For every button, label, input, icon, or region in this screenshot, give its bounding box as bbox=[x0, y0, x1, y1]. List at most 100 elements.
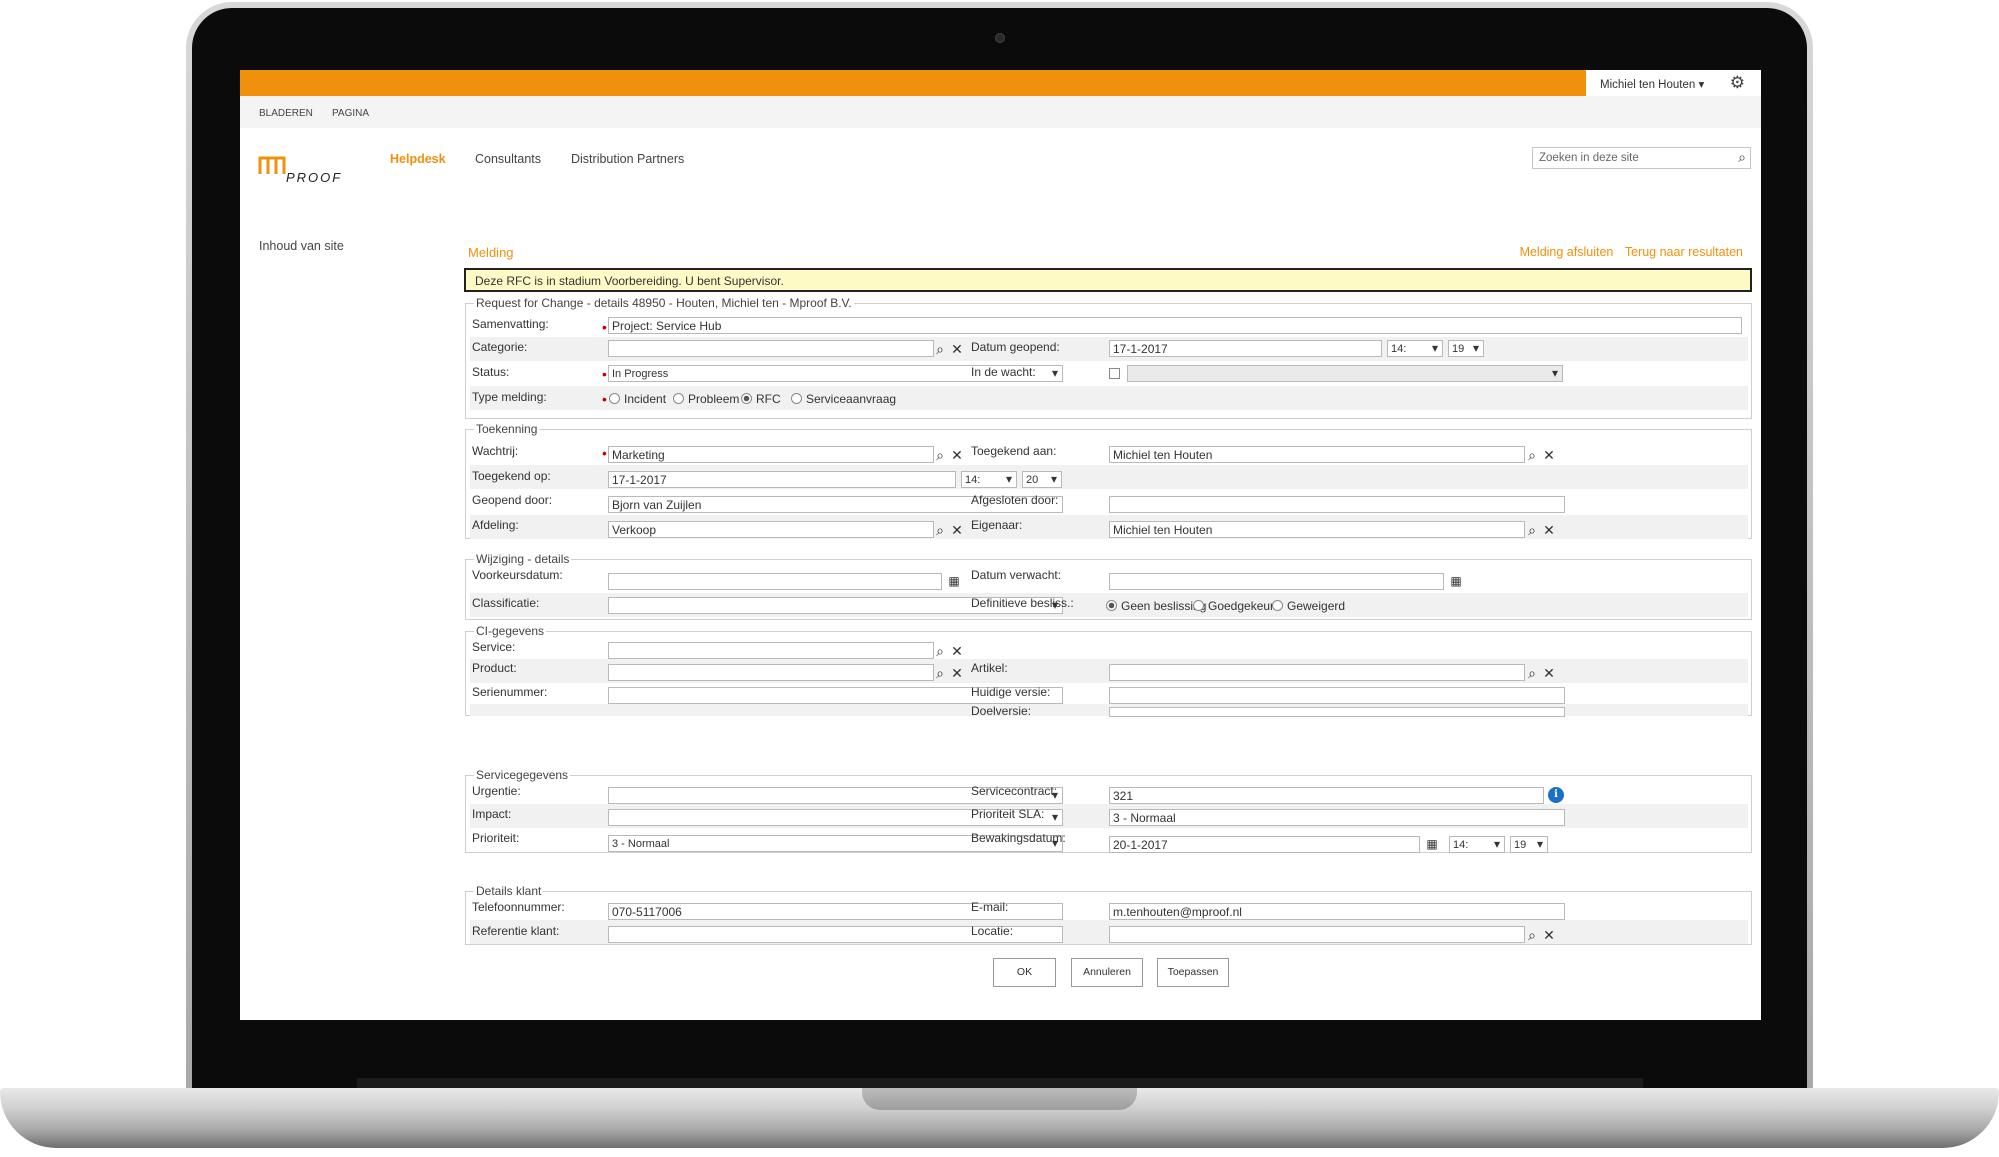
calendar-icon[interactable]: ▦ bbox=[1423, 835, 1441, 853]
info-icon[interactable]: i bbox=[1548, 787, 1564, 803]
search-icon[interactable]: ⌕ bbox=[1738, 149, 1746, 166]
type-rfc-radio[interactable]: RFC bbox=[741, 392, 781, 406]
queue-field[interactable]: Marketing bbox=[608, 446, 934, 463]
assigned-on-field[interactable]: 17-1-2017 bbox=[608, 471, 956, 488]
ok-button[interactable]: OK bbox=[993, 958, 1056, 987]
date-opened-minute[interactable]: 19 bbox=[1448, 340, 1484, 357]
required-marker: • bbox=[602, 445, 607, 461]
nav-consultants[interactable]: Consultants bbox=[475, 152, 541, 166]
on-hold-select[interactable] bbox=[1127, 365, 1563, 382]
section-legend: Toekenning bbox=[474, 422, 540, 436]
service-contract-label: Servicecontract: bbox=[971, 784, 1058, 798]
clear-icon[interactable]: ✕ bbox=[948, 664, 966, 682]
product-field[interactable] bbox=[608, 664, 934, 681]
service-contract-field[interactable]: 321 bbox=[1109, 787, 1544, 804]
decision-approved-radio[interactable]: Goedgekeurd bbox=[1193, 599, 1281, 613]
department-label: Afdeling: bbox=[472, 518, 519, 532]
section-legend: Request for Change - details 48950 - Hou… bbox=[474, 296, 854, 310]
gear-icon[interactable]: ⚙ bbox=[1730, 73, 1745, 93]
assigned-to-field[interactable]: Michiel ten Houten bbox=[1109, 446, 1525, 463]
decision-none-radio[interactable]: Geen beslissing bbox=[1106, 599, 1206, 613]
clear-icon[interactable]: ✕ bbox=[948, 340, 966, 358]
required-marker: • bbox=[602, 366, 607, 382]
back-to-results-link[interactable]: Terug naar resultaten bbox=[1625, 245, 1743, 259]
target-version-field[interactable] bbox=[1109, 707, 1565, 717]
required-marker: • bbox=[602, 319, 607, 335]
lookup-icon[interactable]: ⌕ bbox=[931, 446, 949, 464]
clear-icon[interactable]: ✕ bbox=[1540, 446, 1558, 464]
clear-icon[interactable]: ✕ bbox=[948, 446, 966, 464]
lookup-icon[interactable]: ⌕ bbox=[1523, 664, 1541, 682]
user-name[interactable]: Michiel ten Houten bbox=[1600, 79, 1695, 91]
current-version-field[interactable] bbox=[1109, 687, 1565, 704]
final-decision-label: Definitieve besliss.: bbox=[971, 596, 1074, 610]
section-legend: Details klant bbox=[474, 884, 544, 898]
calendar-icon[interactable]: ▦ bbox=[945, 572, 963, 590]
sla-priority-field[interactable]: 3 - Normaal bbox=[1109, 809, 1565, 826]
department-field[interactable]: Verkoop bbox=[608, 521, 934, 538]
date-opened-hour[interactable]: 14: bbox=[1387, 340, 1443, 357]
category-label: Categorie: bbox=[472, 340, 528, 354]
closed-by-field[interactable] bbox=[1109, 496, 1565, 513]
status-label: Status: bbox=[472, 365, 510, 379]
type-service-request-radio[interactable]: Serviceaanvraag bbox=[791, 392, 896, 406]
on-hold-checkbox[interactable] bbox=[1109, 368, 1120, 379]
summary-field[interactable]: Project: Service Hub bbox=[608, 317, 1742, 334]
section-legend: Servicegegevens bbox=[474, 768, 571, 782]
location-label: Locatie: bbox=[971, 924, 1014, 938]
cancel-button[interactable]: Annuleren bbox=[1071, 958, 1143, 987]
required-marker: • bbox=[602, 391, 607, 407]
close-ticket-link[interactable]: Melding afsluiten bbox=[1520, 245, 1614, 259]
tab-browse[interactable]: BLADEREN bbox=[259, 108, 313, 119]
user-menu[interactable]: Michiel ten Houten ▾ ⚙ bbox=[1586, 70, 1761, 96]
type-incident-radio[interactable]: Incident bbox=[609, 392, 666, 406]
date-opened-field[interactable]: 17-1-2017 bbox=[1109, 340, 1382, 357]
lookup-icon[interactable]: ⌕ bbox=[931, 642, 949, 660]
lookup-icon[interactable]: ⌕ bbox=[1523, 926, 1541, 944]
clear-icon[interactable]: ✕ bbox=[948, 642, 966, 660]
chevron-down-icon: ▾ bbox=[1698, 79, 1705, 91]
leftnav-site-contents[interactable]: Inhoud van site bbox=[259, 239, 344, 253]
base-notch bbox=[862, 1088, 1137, 1110]
category-field[interactable] bbox=[608, 340, 934, 357]
monitoring-date-field[interactable]: 20-1-2017 bbox=[1109, 836, 1420, 853]
assigned-on-hour[interactable]: 14: bbox=[961, 471, 1017, 488]
apply-button[interactable]: Toepassen bbox=[1157, 958, 1229, 987]
screen: Michiel ten Houten ▾ ⚙ BLADEREN PAGINA P… bbox=[240, 70, 1761, 1020]
clear-icon[interactable]: ✕ bbox=[1540, 926, 1558, 944]
monitoring-hour[interactable]: 14: bbox=[1449, 836, 1505, 853]
ribbon: BLADEREN PAGINA bbox=[240, 96, 1761, 128]
lookup-icon[interactable]: ⌕ bbox=[1523, 446, 1541, 464]
lookup-icon[interactable]: ⌕ bbox=[931, 664, 949, 682]
section-change-details: Wijziging - details Voorkeursdatum: ▦ Da… bbox=[465, 552, 1752, 620]
lookup-icon[interactable]: ⌕ bbox=[931, 340, 949, 358]
lookup-icon[interactable]: ⌕ bbox=[931, 521, 949, 539]
monitoring-minute[interactable]: 19 bbox=[1510, 836, 1548, 853]
current-version-label: Huidige versie: bbox=[971, 685, 1051, 699]
clear-icon[interactable]: ✕ bbox=[1540, 664, 1558, 682]
calendar-icon[interactable]: ▦ bbox=[1447, 572, 1465, 590]
tab-page[interactable]: PAGINA bbox=[332, 108, 369, 119]
type-problem-radio[interactable]: Probleem bbox=[673, 392, 739, 406]
email-field[interactable]: m.tenhouten@mproof.nl bbox=[1109, 903, 1565, 920]
mproof-logo[interactable]: PROOF bbox=[258, 152, 368, 186]
service-field[interactable] bbox=[608, 642, 934, 659]
lookup-icon[interactable]: ⌕ bbox=[1523, 521, 1541, 539]
search-input[interactable]: Zoeken in deze site ⌕ bbox=[1532, 147, 1751, 169]
date-opened-label: Datum geopend: bbox=[971, 340, 1060, 354]
location-field[interactable] bbox=[1109, 926, 1525, 943]
closed-by-label: Afgesloten door: bbox=[971, 493, 1059, 507]
preferred-date-field[interactable] bbox=[608, 573, 942, 590]
expected-date-field[interactable] bbox=[1109, 573, 1444, 590]
nav-helpdesk[interactable]: Helpdesk bbox=[390, 152, 446, 166]
clear-icon[interactable]: ✕ bbox=[948, 521, 966, 539]
assigned-on-label: Toegekend op: bbox=[472, 469, 551, 483]
nav-distribution-partners[interactable]: Distribution Partners bbox=[571, 152, 684, 166]
owner-field[interactable]: Michiel ten Houten bbox=[1109, 521, 1525, 538]
decision-rejected-radio[interactable]: Geweigerd bbox=[1272, 599, 1345, 613]
opened-by-label: Geopend door: bbox=[472, 493, 553, 507]
assigned-on-minute[interactable]: 20 bbox=[1022, 471, 1062, 488]
status-alert: Deze RFC is in stadium Voorbereiding. U … bbox=[464, 268, 1752, 292]
article-field[interactable] bbox=[1109, 664, 1525, 681]
clear-icon[interactable]: ✕ bbox=[1540, 521, 1558, 539]
